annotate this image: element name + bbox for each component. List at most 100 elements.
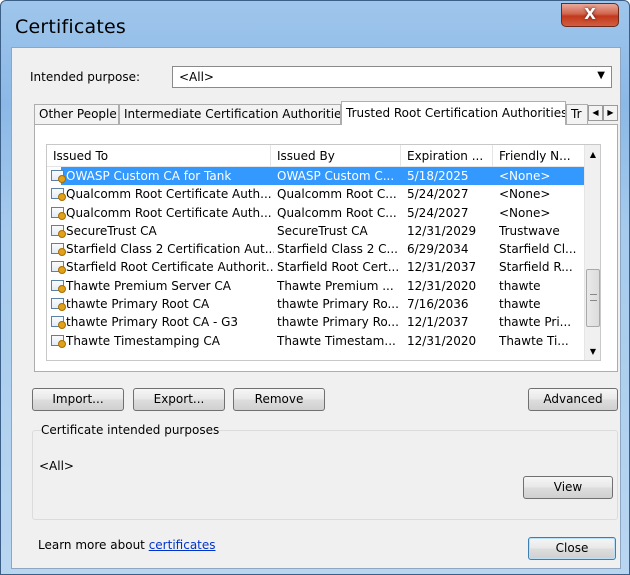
certificate-icon [51,334,66,348]
cell-friendly-name: <None> [499,187,551,202]
cell-friendly-name: thawte Pri... [499,315,572,330]
cell-issued-by: thawte Primary Ro... [277,315,399,330]
certificate-icon [51,170,66,183]
cell-expiration: 5/18/2025 [407,169,469,183]
certificate-intended-purposes-group: Certificate intended purposes <All> View [32,423,618,520]
certificate-icon [51,316,66,330]
cell-expiration: 5/24/2027 [407,187,469,202]
cell-issued-to: OWASP Custom CA for Tank [66,169,232,183]
cell-friendly-name: Starfield R... [499,260,573,275]
cell-expiration: 12/1/2037 [407,315,469,330]
tab-truncated[interactable]: Tr [566,104,588,124]
cell-expiration: 12/31/2020 [407,333,477,348]
cell-issued-to: thawte Primary Root CA - G3 [66,315,239,330]
certificate-icon [51,243,66,257]
cell-issued-by: Starfield Class 2 C... [277,242,398,257]
table-row[interactable]: Thawte Timestamping CA Thawte Timestam...… [47,332,586,350]
cell-issued-by: Thawte Timestam... [277,333,396,348]
certificate-icon [51,224,66,238]
cell-friendly-name: <None> [499,205,551,220]
cell-expiration: 12/31/2037 [407,260,477,275]
cell-friendly-name: <None> [499,169,551,183]
title-bar[interactable]: Certificates X [1,1,629,47]
learn-more-text: Learn more about certificates [38,538,216,552]
import-button[interactable]: Import... [32,388,124,411]
scroll-up-arrow-icon[interactable]: ▲ [585,147,600,163]
intended-purpose-label: Intended purpose: [30,70,141,84]
window-close-button[interactable]: X [561,3,619,27]
remove-button[interactable]: Remove [233,388,325,411]
table-row[interactable]: Starfield Root Certificate Authorit... St… [47,258,586,276]
scrollbar-thumb[interactable] [586,269,600,327]
cell-issued-by: thawte Primary Ro... [277,297,399,312]
cell-friendly-name: Trustwave [499,223,560,238]
group-title: Certificate intended purposes [41,423,220,437]
column-issued-by[interactable]: Issued By [271,145,401,167]
view-button[interactable]: View [523,476,613,499]
chevron-down-icon: ▼ [597,70,605,81]
intended-purpose-dropdown[interactable]: <All> ▼ [172,66,612,88]
cell-issued-by: Starfield Root Cert... [277,260,400,275]
certificates-window: Certificates X Intended purpose: <All> ▼… [0,0,630,575]
cell-issued-to: Qualcomm Root Certificate Auth... [66,187,272,202]
table-row[interactable]: thawte Primary Root CA thawte Primary Ro.… [47,295,586,313]
cell-issued-to: thawte Primary Root CA [66,297,210,312]
table-row[interactable]: SecureTrust CA SecureTrust CA 12/31/2029 Tr… [47,222,586,240]
advanced-button[interactable]: Advanced [528,388,618,411]
table-row[interactable]: Qualcomm Root Certificate Auth... Qualcom… [47,204,586,222]
certificate-icon [51,298,66,312]
certificate-list[interactable]: Issued To Issued By Expiration ... Frien… [46,144,601,361]
intended-purpose-value: <All> [179,70,214,84]
certificate-icon [51,279,66,293]
table-row[interactable]: Qualcomm Root Certificate Auth... Qualcom… [47,185,586,203]
cell-issued-to: SecureTrust CA [66,223,157,238]
table-row[interactable]: OWASP Custom CA for Tank OWASP Custom C..… [47,167,586,185]
scroll-down-arrow-icon[interactable]: ▼ [585,344,600,360]
cell-expiration: 12/31/2020 [407,278,477,293]
cell-issued-to: Starfield Class 2 Certification Aut... [66,242,274,257]
table-row[interactable]: Thawte Premium Server CA Thawte Premium .… [47,277,586,295]
certificate-icon [51,206,66,220]
certificates-link[interactable]: certificates [149,538,216,552]
window-title: Certificates [15,16,126,38]
cell-friendly-name: thawte [499,297,541,312]
close-button[interactable]: Close [528,537,616,560]
cell-issued-to: Thawte Timestamping CA [66,333,220,348]
dialog-client-area: Intended purpose: <All> ▼ Other People I… [11,47,621,569]
tab-other-people[interactable]: Other People [34,104,119,124]
intended-purposes-value: <All> [39,459,74,473]
list-header: Issued To Issued By Expiration ... Frien… [47,145,586,167]
cell-issued-by: Qualcomm Root C... [277,187,397,202]
column-friendly-name[interactable]: Friendly N... [493,145,586,167]
tab-scroll-left-icon[interactable]: ◀ [588,105,603,121]
cell-friendly-name: Starfield Cl... [499,242,577,257]
certificate-icon [51,188,66,202]
cell-expiration: 5/24/2027 [407,205,469,220]
column-issued-to[interactable]: Issued To [47,145,271,167]
table-row[interactable]: thawte Primary Root CA - G3 thawte Primar… [47,313,586,331]
export-button[interactable]: Export... [133,388,225,411]
cell-issued-to: Starfield Root Certificate Authorit... [66,260,274,275]
cell-expiration: 6/29/2034 [407,242,469,257]
cell-issued-by: SecureTrust CA [277,223,368,238]
trusted-root-tab-panel: Issued To Issued By Expiration ... Frien… [34,124,618,372]
cell-expiration: 7/16/2036 [407,297,469,312]
list-vertical-scrollbar[interactable]: ▲ ▼ [584,145,600,360]
cell-issued-by: Qualcomm Root C... [277,205,397,220]
cell-issued-by: OWASP Custom C... [277,169,395,183]
cell-issued-by: Thawte Premium ... [277,278,394,293]
store-tabs: Other People Intermediate Certification … [34,101,618,125]
cell-issued-to: Thawte Premium Server CA [66,278,231,293]
column-expiration[interactable]: Expiration ... [401,145,493,167]
tab-scroll-right-icon[interactable]: ▶ [603,105,618,121]
cell-expiration: 12/31/2029 [407,223,477,238]
cell-issued-to: Qualcomm Root Certificate Auth... [66,205,272,220]
learn-more-prefix: Learn more about [38,538,149,552]
certificate-icon [51,261,66,275]
cell-friendly-name: thawte [499,278,541,293]
table-row[interactable]: Starfield Class 2 Certification Aut... St… [47,240,586,258]
certificate-rows: OWASP Custom CA for Tank OWASP Custom C..… [47,167,586,350]
grip-icon [590,294,597,301]
tab-intermediate-ca[interactable]: Intermediate Certification Authorities [119,104,341,124]
tab-trusted-root-ca[interactable]: Trusted Root Certification Authorities [341,101,566,125]
